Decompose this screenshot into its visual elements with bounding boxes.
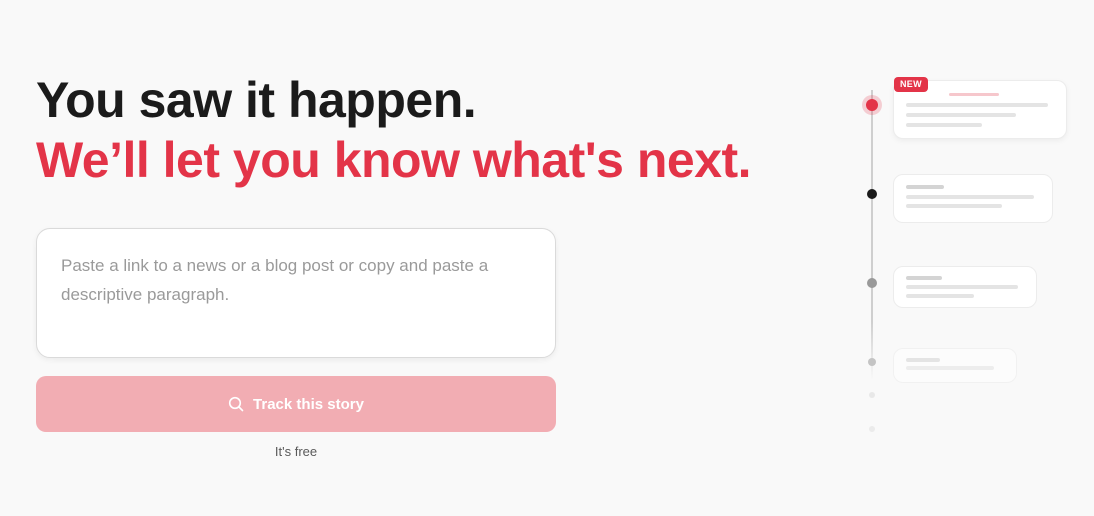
headline-line-2: We’ll let you know what's next.	[36, 132, 752, 188]
free-note: It's free	[274, 444, 318, 459]
timeline-dot	[867, 189, 877, 199]
timeline-line	[871, 90, 873, 380]
timeline-card	[893, 348, 1017, 383]
timeline-dot-active	[866, 99, 878, 111]
track-story-button[interactable]: Track this story	[36, 376, 556, 432]
search-icon	[228, 396, 244, 412]
new-badge: NEW	[894, 77, 928, 92]
timeline-dot	[868, 358, 876, 366]
landing-page: You saw it happen. We’ll let you know wh…	[0, 0, 1094, 516]
story-input[interactable]	[36, 228, 556, 358]
hero-headline: You saw it happen. We’ll let you know wh…	[36, 70, 752, 190]
track-story-label: Track this story	[253, 395, 364, 413]
timeline-card	[893, 266, 1037, 308]
timeline-dot	[869, 426, 875, 432]
timeline-dot	[869, 392, 875, 398]
headline-line-1: You saw it happen.	[36, 72, 477, 128]
timeline-card	[893, 174, 1053, 223]
timeline-dot	[867, 278, 877, 288]
timeline-illustration: NEW	[850, 70, 1080, 460]
